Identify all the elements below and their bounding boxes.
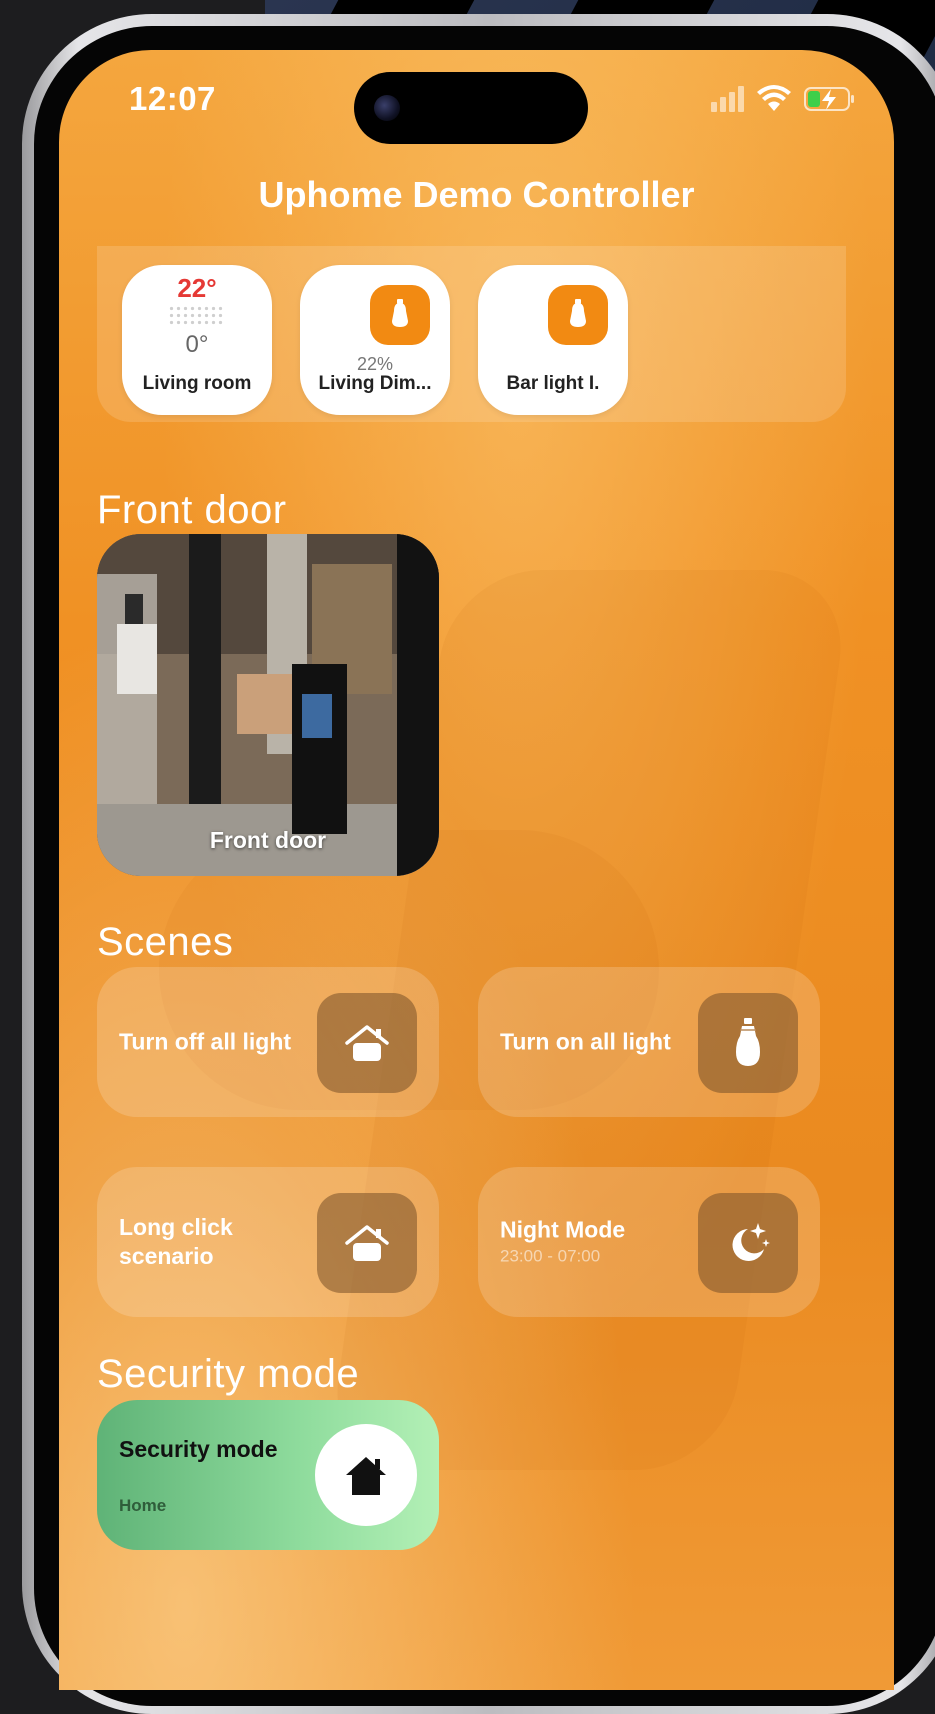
favorite-name: Living Dim... bbox=[318, 373, 432, 394]
status-icons bbox=[711, 82, 856, 116]
scene-long-click-scenario[interactable]: Long click scenario bbox=[97, 1167, 439, 1317]
scene-turn-on-all-light[interactable]: Turn on all light bbox=[478, 967, 820, 1117]
scene-name: Turn on all light bbox=[500, 1028, 671, 1055]
favorite-thermostat-card[interactable]: 22° 0° Living room bbox=[122, 265, 272, 415]
security-mode-status: Home bbox=[119, 1496, 167, 1515]
favorite-name: Bar light I. bbox=[506, 373, 600, 394]
page-title: Uphome Demo Controller bbox=[258, 174, 695, 215]
scene-name: Turn off all light bbox=[119, 1028, 292, 1055]
section-title-security: Security mode bbox=[97, 1352, 360, 1396]
camera-snapshot bbox=[97, 534, 439, 876]
temperature-sub-value: 0° bbox=[185, 331, 209, 358]
temperature-dots bbox=[168, 305, 224, 327]
bulb-icon bbox=[548, 285, 608, 345]
favorite-dimmer-card[interactable]: 22% Living Dim... bbox=[300, 265, 450, 415]
scene-schedule: 23:00 - 07:00 bbox=[500, 1246, 601, 1266]
camera-lens bbox=[374, 95, 400, 121]
camera-label: Front door bbox=[209, 827, 327, 853]
house-icon bbox=[317, 1193, 417, 1293]
favorite-name: Living room bbox=[142, 373, 252, 394]
wifi-icon bbox=[757, 85, 791, 111]
battery-charging-icon bbox=[804, 87, 854, 111]
section-title-front-door: Front door bbox=[97, 488, 287, 532]
house-icon bbox=[317, 993, 417, 1093]
front-door-camera[interactable]: Front door bbox=[97, 534, 439, 876]
scene-title: Night Mode bbox=[500, 1216, 626, 1243]
dynamic-island bbox=[354, 72, 588, 144]
scene-name: Long click scenario bbox=[119, 1214, 233, 1269]
dimmer-level: 22% bbox=[356, 354, 394, 374]
scene-turn-off-all-light[interactable]: Turn off all light bbox=[97, 967, 439, 1117]
security-mode-card[interactable]: Security mode Home bbox=[97, 1400, 439, 1550]
bulb-icon bbox=[698, 993, 798, 1093]
scene-name: Night Mode 23:00 - 07:00 bbox=[500, 1216, 680, 1269]
scene-night-mode[interactable]: Night Mode 23:00 - 07:00 bbox=[478, 1167, 820, 1317]
status-time: 12:07 bbox=[129, 80, 216, 117]
favorite-bar-light-card[interactable]: Bar light I. bbox=[478, 265, 628, 415]
section-title-scenes: Scenes bbox=[97, 920, 234, 964]
moon-icon bbox=[698, 1193, 798, 1293]
security-mode-name: Security mode bbox=[119, 1436, 278, 1462]
house-icon bbox=[315, 1424, 417, 1526]
bulb-icon bbox=[370, 285, 430, 345]
temperature-value: 22° bbox=[177, 273, 217, 303]
cellular-signal-icon bbox=[711, 86, 744, 112]
app-screen: 12:07 Uphome Demo Controller 22° 0° Livi… bbox=[59, 50, 894, 1690]
